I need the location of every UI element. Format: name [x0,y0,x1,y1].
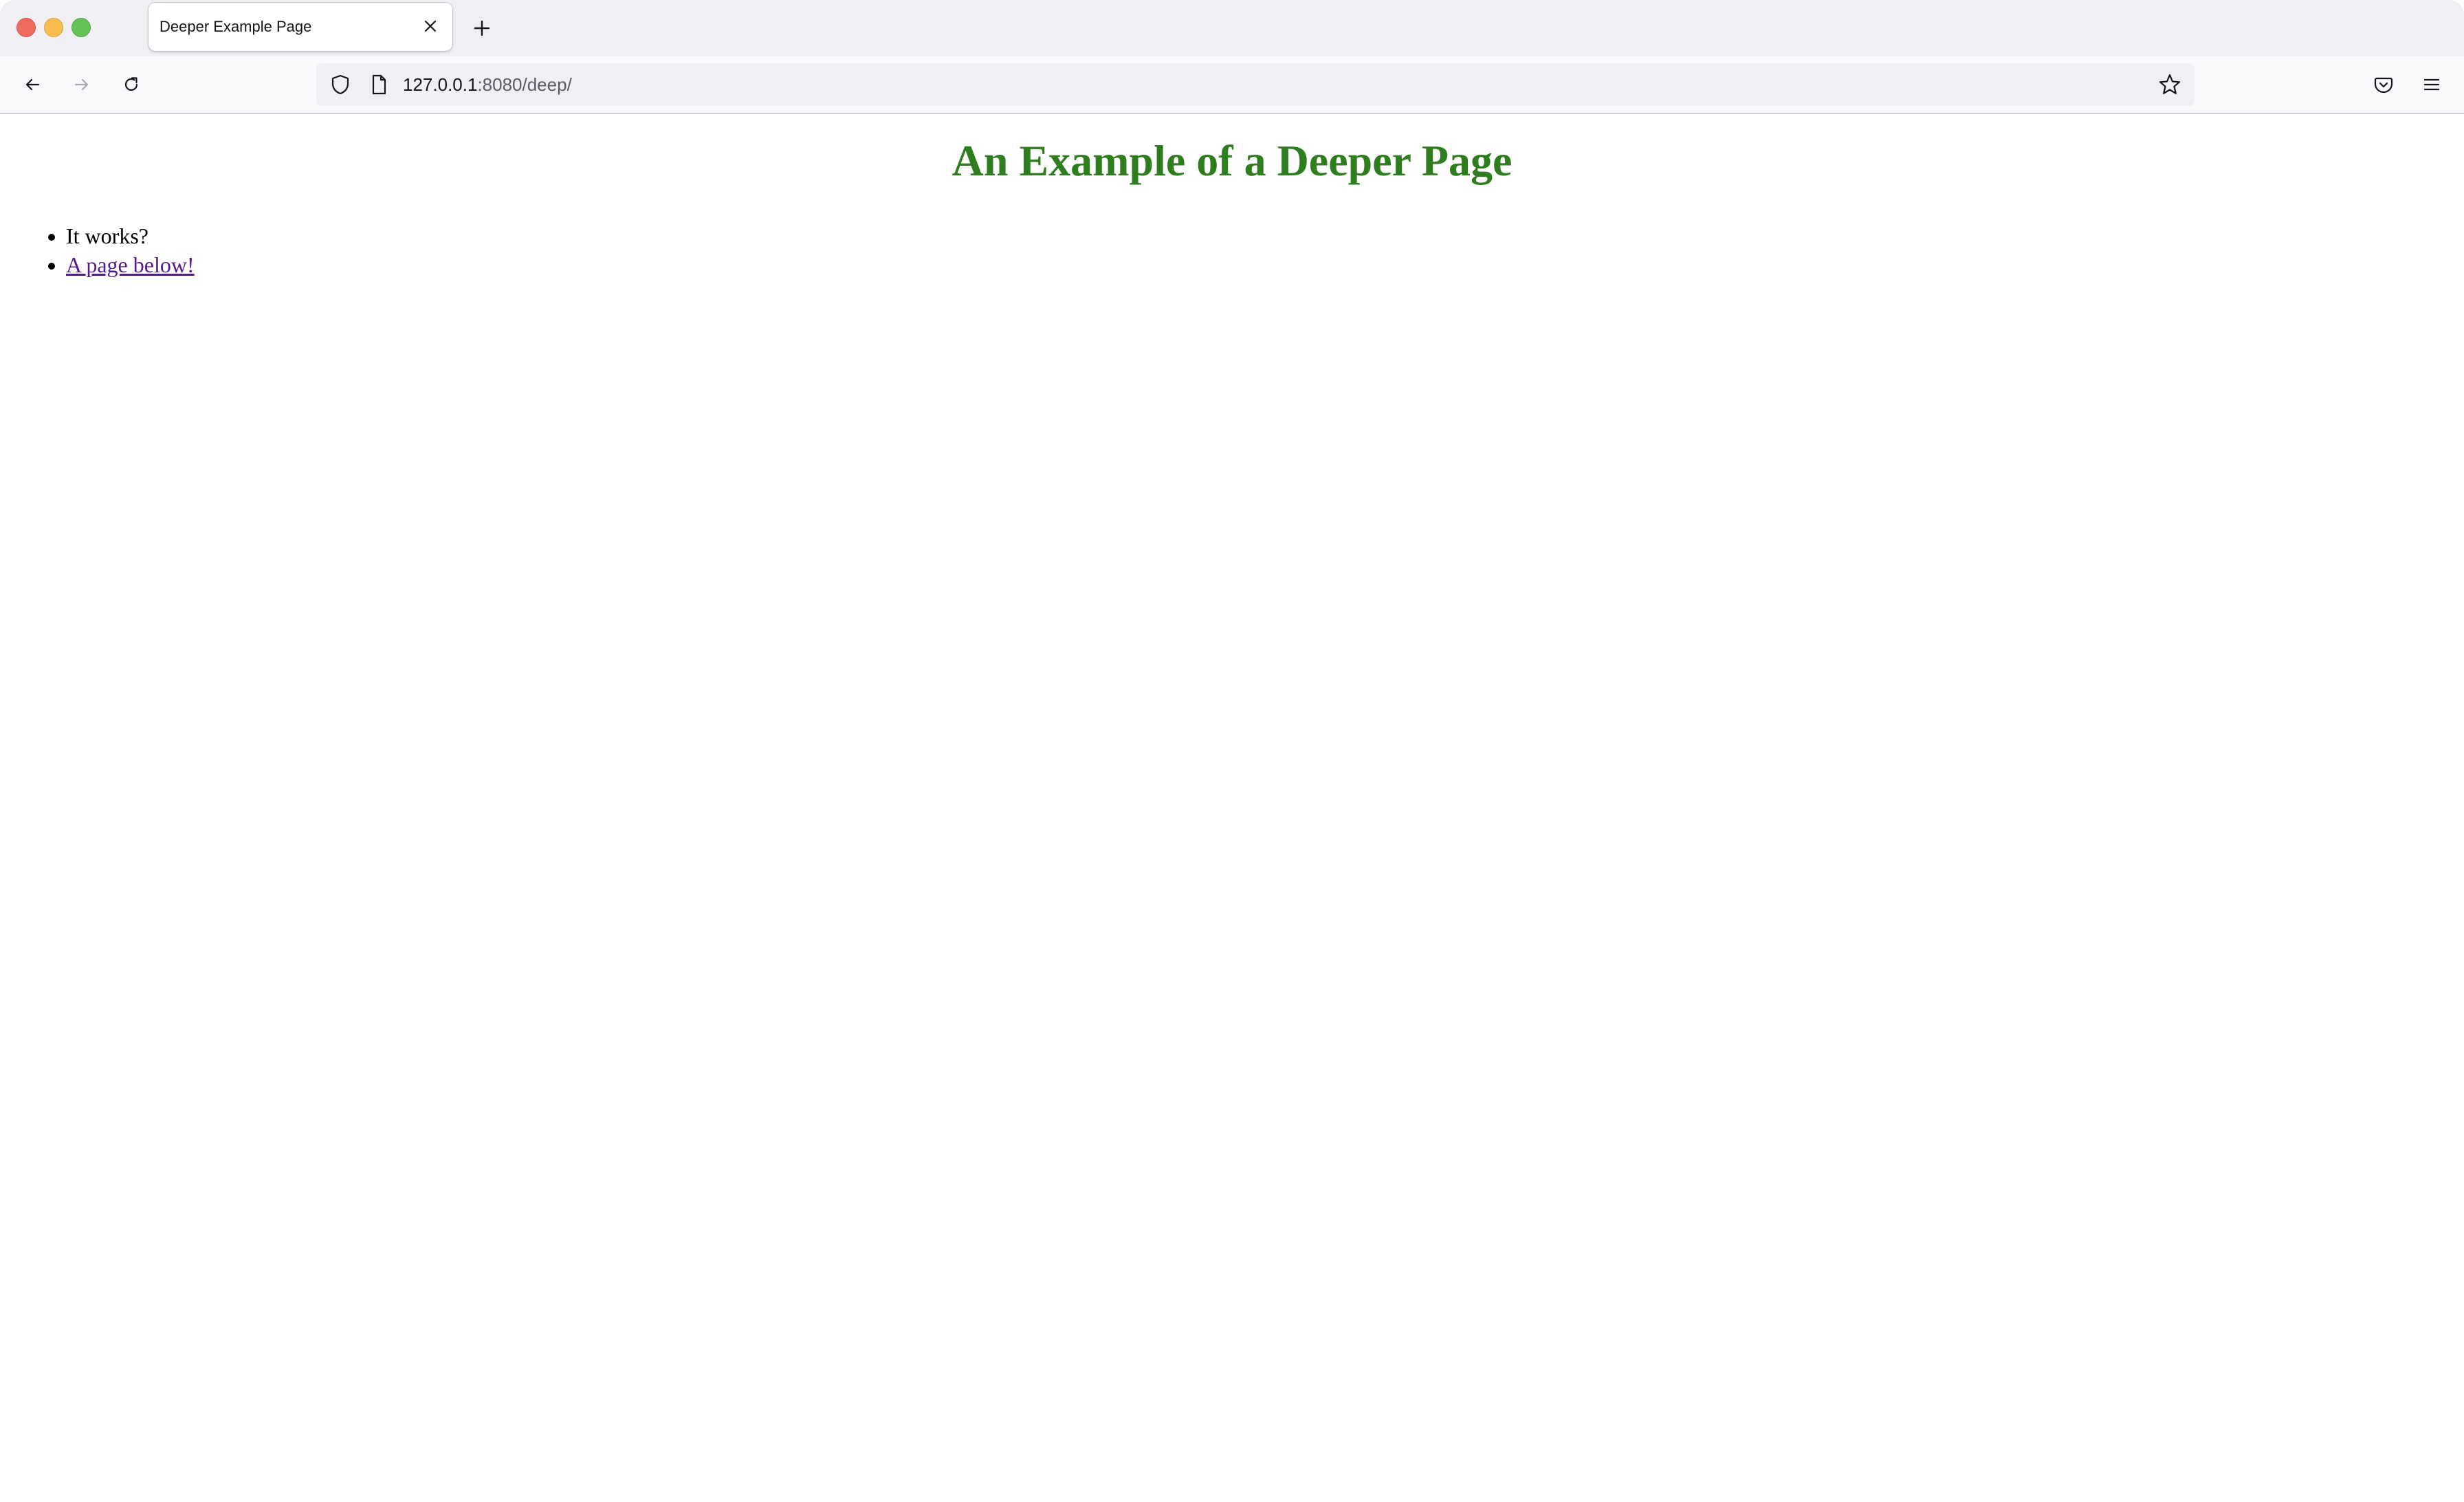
page-content: An Example of a Deeper Page It works? A … [0,114,2464,1502]
navigation-toolbar: 127.0.0.1:8080/deep/ [0,56,2464,114]
page-below-link[interactable]: A page below! [66,252,195,277]
page-list: It works? A page below! [0,221,195,279]
arrow-left-icon[interactable] [16,69,48,100]
window-maximize-button[interactable] [72,18,91,37]
reload-icon[interactable] [116,69,147,100]
url-bar[interactable]: 127.0.0.1:8080/deep/ [316,63,2194,106]
plus-icon[interactable] [468,14,496,43]
url-host: 127.0.0.1 [403,74,478,95]
list-item: A page below! [66,250,195,279]
url-path: :8080/deep/ [477,74,572,95]
shield-icon[interactable] [329,73,352,96]
url-text[interactable]: 127.0.0.1:8080/deep/ [403,74,572,96]
window-close-button[interactable] [16,18,36,37]
arrow-right-icon[interactable] [66,69,98,100]
star-icon[interactable] [2157,72,2182,97]
close-icon[interactable] [418,14,443,39]
page-icon[interactable] [367,73,390,96]
list-item: It works? [66,221,195,250]
window-minimize-button[interactable] [44,18,63,37]
tab-title: Deeper Example Page [160,18,312,35]
pocket-icon[interactable] [2368,69,2399,100]
hamburger-menu-icon[interactable] [2416,69,2448,100]
page-heading: An Example of a Deeper Page [952,136,1512,185]
browser-window: Deeper Example Page 127.0.0.1:8080/deep/… [0,0,2464,1502]
tab-active[interactable]: Deeper Example Page [148,3,452,51]
list-item-text: It works? [66,224,148,248]
tab-strip: Deeper Example Page [0,0,2464,56]
